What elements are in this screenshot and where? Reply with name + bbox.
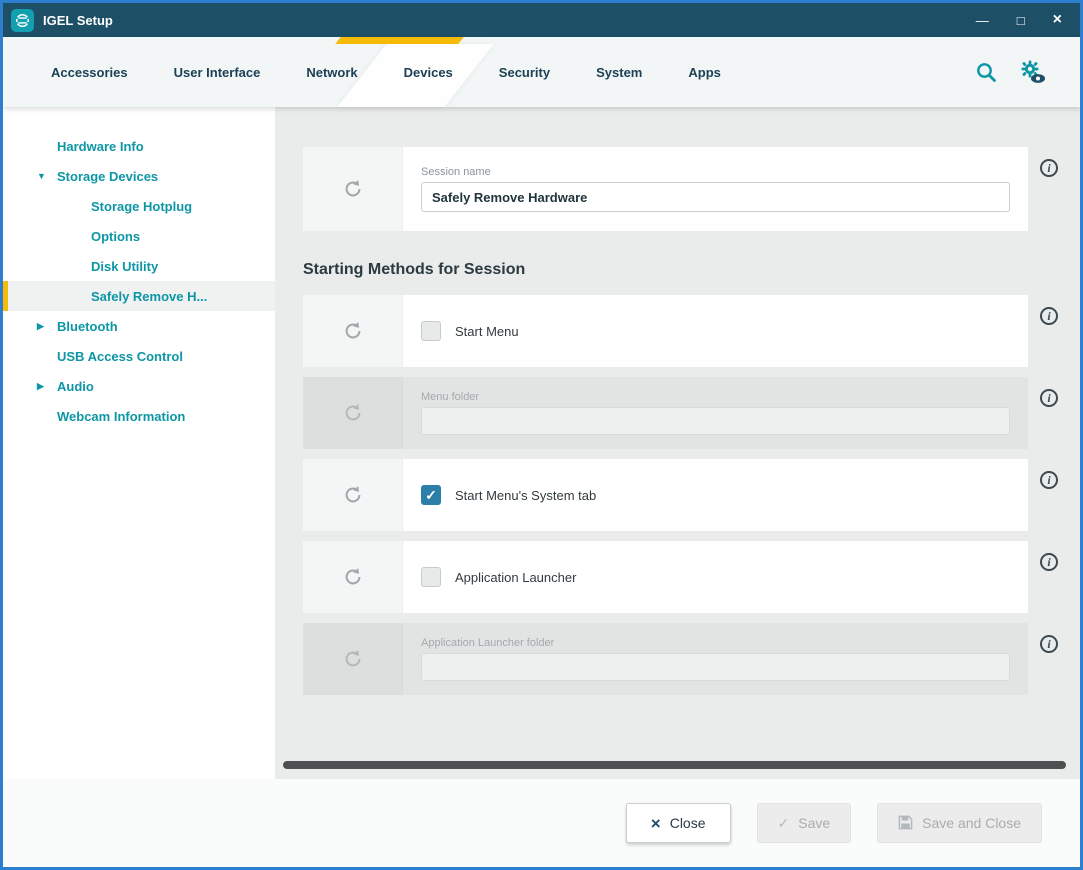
reset-button[interactable] [303,147,403,231]
close-button-label: Close [670,815,706,831]
setting-row-menu-folder: Menu folder i [303,377,1070,449]
reset-button[interactable] [303,541,403,613]
settings-gear-eye-icon[interactable] [1018,59,1046,85]
tab-devices[interactable]: Devices [404,37,453,107]
sidebar-item-bluetooth[interactable]: ▶ Bluetooth [3,311,275,341]
sidebar-item-label: Audio [57,379,94,394]
save-button[interactable]: ✓ Save [757,803,852,843]
info-icon[interactable]: i [1040,635,1058,653]
chevron-right-icon[interactable]: ▶ [37,321,44,332]
application-launcher-checkbox[interactable]: ✓ [421,567,441,587]
chevron-right-icon[interactable]: ▶ [37,381,44,392]
checkbox-label: Start Menu [455,324,519,339]
footer-button-bar: × Close ✓ Save Save and Close [3,779,1080,867]
sidebar-item-label: Options [91,229,140,244]
sidebar-item-usb-access-control[interactable]: USB Access Control [3,341,275,371]
system-tab-checkbox[interactable]: ✓ [421,485,441,505]
checkbox-label: Application Launcher [455,570,576,585]
tab-security[interactable]: Security [499,37,550,107]
maximize-button[interactable]: □ [1017,14,1025,27]
session-name-label: Session name [421,166,1010,178]
sidebar: Hardware Info ▼ Storage Devices Storage … [3,107,275,779]
titlebar: IGEL Setup — □ × [3,3,1080,37]
save-button-label: Save [798,815,830,831]
horizontal-scrollbar[interactable] [283,761,1066,769]
sidebar-item-label: USB Access Control [57,349,183,364]
reset-button[interactable] [303,459,403,531]
setting-row-application-launcher-folder: Application Launcher folder i [303,623,1070,695]
menu-folder-input [421,407,1010,435]
tab-label: Accessories [51,65,128,80]
tab-system[interactable]: System [596,37,642,107]
reset-button [303,623,403,695]
search-icon[interactable] [974,60,998,84]
session-name-input[interactable]: Safely Remove Hardware [421,182,1010,212]
sidebar-item-disk-utility[interactable]: Disk Utility [3,251,275,281]
save-and-close-button-label: Save and Close [922,815,1021,831]
save-and-close-button[interactable]: Save and Close [877,803,1042,843]
main-area: Hardware Info ▼ Storage Devices Storage … [3,107,1080,779]
application-launcher-folder-input [421,653,1010,681]
reset-button [303,377,403,449]
menu-folder-label: Menu folder [421,391,1010,403]
sidebar-item-options[interactable]: Options [3,221,275,251]
info-icon[interactable]: i [1040,159,1058,177]
section-title: Starting Methods for Session [303,261,1070,279]
sidebar-item-hardware-info[interactable]: Hardware Info [3,131,275,161]
tabbar-icons [974,59,1080,85]
sidebar-item-storage-devices[interactable]: ▼ Storage Devices [3,161,275,191]
start-menu-checkbox[interactable]: ✓ [421,321,441,341]
minimize-button[interactable]: — [976,14,989,27]
sidebar-item-safely-remove-hardware[interactable]: Safely Remove H... [3,281,275,311]
window-controls: — □ × [976,12,1062,28]
session-name-row: Session name Safely Remove Hardware i [303,147,1070,231]
sidebar-item-audio[interactable]: ▶ Audio [3,371,275,401]
sidebar-item-storage-hotplug[interactable]: Storage Hotplug [3,191,275,221]
sidebar-item-webcam-information[interactable]: Webcam Information [3,401,275,431]
setting-row-start-menu: ✓ Start Menu i [303,295,1070,367]
settings-panel: Session name Safely Remove Hardware i St… [275,107,1080,779]
setting-row-application-launcher: ✓ Application Launcher i [303,541,1070,613]
window-close-button[interactable]: × [1053,12,1062,28]
tab-apps[interactable]: Apps [688,37,721,107]
tab-bar: Accessories User Interface Network Devic… [3,37,1080,107]
sidebar-item-label: Disk Utility [91,259,158,274]
tab-label: Network [306,65,357,80]
tab-label: Security [499,65,550,80]
sidebar-item-label: Bluetooth [57,319,118,334]
sidebar-item-label: Hardware Info [57,139,144,154]
checkbox-label: Start Menu's System tab [455,488,596,503]
close-button[interactable]: × Close [626,803,731,843]
reset-button[interactable] [303,295,403,367]
sidebar-item-label: Storage Devices [57,169,158,184]
info-icon[interactable]: i [1040,553,1058,571]
tab-label: Apps [688,65,721,80]
igel-logo-icon [11,9,34,32]
tab-label: System [596,65,642,80]
sidebar-item-label: Storage Hotplug [91,199,192,214]
info-icon[interactable]: i [1040,389,1058,407]
chevron-down-icon[interactable]: ▼ [37,171,46,181]
tab-label: Devices [404,65,453,80]
tab-label: User Interface [174,65,261,80]
tab-accessories[interactable]: Accessories [51,37,128,107]
floppy-disk-icon [898,815,913,832]
check-icon: ✓ [778,816,790,830]
igel-setup-window: IGEL Setup — □ × Accessories User Interf… [0,0,1083,870]
setting-row-start-menu-system-tab: ✓ Start Menu's System tab i [303,459,1070,531]
info-icon[interactable]: i [1040,471,1058,489]
sidebar-item-label: Webcam Information [57,409,185,424]
check-icon: ✓ [425,488,437,502]
session-name-card: Session name Safely Remove Hardware [303,147,1028,231]
application-launcher-folder-label: Application Launcher folder [421,637,1010,649]
close-x-icon: × [651,815,661,832]
info-icon[interactable]: i [1040,307,1058,325]
window-title: IGEL Setup [43,13,967,28]
tab-user-interface[interactable]: User Interface [174,37,261,107]
sidebar-item-label: Safely Remove H... [91,289,207,304]
